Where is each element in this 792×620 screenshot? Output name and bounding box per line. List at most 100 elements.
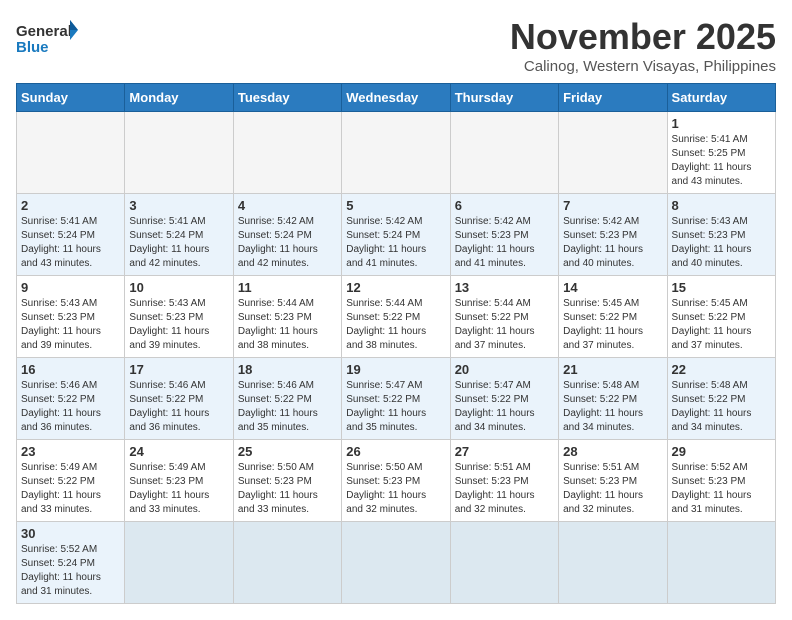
calendar-day-cell: 1Sunrise: 5:41 AM Sunset: 5:25 PM Daylig…: [667, 112, 775, 194]
header: General Blue November 2025 Calinog, West…: [16, 16, 776, 75]
calendar-day-cell: 3 Sunrise: 5:41 AM Sunset: 5:24 PM Daylig…: [125, 194, 233, 276]
title-area: November 2025 Calinog, Western Visayas, …: [510, 16, 776, 75]
calendar-day-cell: 12 Sunrise: 5:44 AM Sunset: 5:22 PM Dayli…: [342, 276, 450, 358]
calendar-day-cell: 16 Sunrise: 5:46 AM Sunset: 5:22 PM Dayli…: [17, 358, 125, 440]
day-number: 7: [563, 198, 662, 213]
day-number: 2: [21, 198, 120, 213]
calendar-table: SundayMondayTuesdayWednesdayThursdayFrid…: [16, 83, 776, 604]
day-info: Sunrise: 5:46 AM Sunset: 5:22 PM Dayligh…: [238, 379, 337, 435]
day-number: 24: [129, 444, 228, 459]
calendar-day-cell: 30 Sunrise: 5:52 AM Sunset: 5:24 PM Dayli…: [17, 522, 125, 604]
day-number: 23: [21, 444, 120, 459]
day-info: Sunrise: 5:42 AM Sunset: 5:23 PM Dayligh…: [563, 215, 662, 271]
calendar-week-row: 1Sunrise: 5:41 AM Sunset: 5:25 PM Daylig…: [17, 112, 776, 194]
calendar-day-cell: [17, 112, 125, 194]
day-info: Sunrise: 5:46 AM Sunset: 5:22 PM Dayligh…: [21, 379, 120, 435]
calendar-day-cell: 6Sunrise: 5:42 AM Sunset: 5:23 PM Daylig…: [450, 194, 558, 276]
calendar-week-row: 23Sunrise: 5:49 AM Sunset: 5:22 PM Dayli…: [17, 440, 776, 522]
calendar-day-cell: 21 Sunrise: 5:48 AM Sunset: 5:22 PM Dayli…: [559, 358, 667, 440]
day-number: 8: [672, 198, 771, 213]
day-number: 30: [21, 526, 120, 541]
day-number: 12: [346, 280, 445, 295]
calendar-day-cell: 5 Sunrise: 5:42 AM Sunset: 5:24 PM Daylig…: [342, 194, 450, 276]
day-info: Sunrise: 5:43 AM Sunset: 5:23 PM Dayligh…: [21, 297, 120, 353]
day-info: Sunrise: 5:48 AM Sunset: 5:22 PM Dayligh…: [672, 379, 771, 435]
calendar-week-row: 30 Sunrise: 5:52 AM Sunset: 5:24 PM Dayli…: [17, 522, 776, 604]
day-info: Sunrise: 5:44 AM Sunset: 5:22 PM Dayligh…: [455, 297, 554, 353]
calendar-day-cell: [342, 112, 450, 194]
day-number: 1: [672, 116, 771, 131]
calendar-day-cell: 23Sunrise: 5:49 AM Sunset: 5:22 PM Dayli…: [17, 440, 125, 522]
day-number: 28: [563, 444, 662, 459]
calendar-day-cell: 19 Sunrise: 5:47 AM Sunset: 5:22 PM Dayli…: [342, 358, 450, 440]
day-info: Sunrise: 5:42 AM Sunset: 5:24 PM Dayligh…: [346, 215, 445, 271]
day-info: Sunrise: 5:50 AM Sunset: 5:23 PM Dayligh…: [346, 461, 445, 517]
day-number: 3: [129, 198, 228, 213]
month-title: November 2025: [510, 16, 776, 58]
day-info: Sunrise: 5:46 AM Sunset: 5:22 PM Dayligh…: [129, 379, 228, 435]
logo: General Blue: [16, 16, 78, 60]
day-number: 22: [672, 362, 771, 377]
day-info: Sunrise: 5:50 AM Sunset: 5:23 PM Dayligh…: [238, 461, 337, 517]
calendar-day-cell: 22 Sunrise: 5:48 AM Sunset: 5:22 PM Dayli…: [667, 358, 775, 440]
day-info: Sunrise: 5:47 AM Sunset: 5:22 PM Dayligh…: [346, 379, 445, 435]
calendar-day-cell: 20 Sunrise: 5:47 AM Sunset: 5:22 PM Dayli…: [450, 358, 558, 440]
weekday-header-tuesday: Tuesday: [233, 84, 341, 112]
calendar-day-cell: [233, 112, 341, 194]
calendar-day-cell: [342, 522, 450, 604]
calendar-week-row: 16 Sunrise: 5:46 AM Sunset: 5:22 PM Dayli…: [17, 358, 776, 440]
calendar-day-cell: 13 Sunrise: 5:44 AM Sunset: 5:22 PM Dayli…: [450, 276, 558, 358]
day-info: Sunrise: 5:48 AM Sunset: 5:22 PM Dayligh…: [563, 379, 662, 435]
day-info: Sunrise: 5:44 AM Sunset: 5:23 PM Dayligh…: [238, 297, 337, 353]
weekday-header-friday: Friday: [559, 84, 667, 112]
day-number: 14: [563, 280, 662, 295]
calendar-day-cell: 15Sunrise: 5:45 AM Sunset: 5:22 PM Dayli…: [667, 276, 775, 358]
day-info: Sunrise: 5:47 AM Sunset: 5:22 PM Dayligh…: [455, 379, 554, 435]
calendar-day-cell: 8Sunrise: 5:43 AM Sunset: 5:23 PM Daylig…: [667, 194, 775, 276]
day-info: Sunrise: 5:43 AM Sunset: 5:23 PM Dayligh…: [129, 297, 228, 353]
calendar-day-cell: 28 Sunrise: 5:51 AM Sunset: 5:23 PM Dayli…: [559, 440, 667, 522]
day-info: Sunrise: 5:45 AM Sunset: 5:22 PM Dayligh…: [672, 297, 771, 353]
calendar-day-cell: [559, 522, 667, 604]
weekday-header-sunday: Sunday: [17, 84, 125, 112]
calendar-day-cell: 10Sunrise: 5:43 AM Sunset: 5:23 PM Dayli…: [125, 276, 233, 358]
day-number: 27: [455, 444, 554, 459]
weekday-header-saturday: Saturday: [667, 84, 775, 112]
day-info: Sunrise: 5:52 AM Sunset: 5:24 PM Dayligh…: [21, 543, 120, 599]
day-info: Sunrise: 5:52 AM Sunset: 5:23 PM Dayligh…: [672, 461, 771, 517]
day-info: Sunrise: 5:49 AM Sunset: 5:23 PM Dayligh…: [129, 461, 228, 517]
day-number: 5: [346, 198, 445, 213]
day-info: Sunrise: 5:44 AM Sunset: 5:22 PM Dayligh…: [346, 297, 445, 353]
day-number: 20: [455, 362, 554, 377]
calendar-day-cell: 26Sunrise: 5:50 AM Sunset: 5:23 PM Dayli…: [342, 440, 450, 522]
day-number: 13: [455, 280, 554, 295]
calendar-day-cell: [125, 522, 233, 604]
day-number: 19: [346, 362, 445, 377]
calendar-day-cell: 7 Sunrise: 5:42 AM Sunset: 5:23 PM Daylig…: [559, 194, 667, 276]
calendar-day-cell: [125, 112, 233, 194]
location-title: Calinog, Western Visayas, Philippines: [510, 58, 776, 75]
svg-text:Blue: Blue: [16, 39, 49, 56]
day-info: Sunrise: 5:51 AM Sunset: 5:23 PM Dayligh…: [563, 461, 662, 517]
calendar-day-cell: 2Sunrise: 5:41 AM Sunset: 5:24 PM Daylig…: [17, 194, 125, 276]
day-number: 4: [238, 198, 337, 213]
calendar-day-cell: 25 Sunrise: 5:50 AM Sunset: 5:23 PM Dayli…: [233, 440, 341, 522]
calendar-week-row: 2 Sunrise: 5:41 AM Sunset: 5:24 PM Daylig…: [17, 194, 776, 276]
calendar-day-cell: [667, 522, 775, 604]
weekday-header-thursday: Thursday: [450, 84, 558, 112]
day-info: Sunrise: 5:51 AM Sunset: 5:23 PM Dayligh…: [455, 461, 554, 517]
day-number: 25: [238, 444, 337, 459]
day-info: Sunrise: 5:41 AM Sunset: 5:24 PM Dayligh…: [129, 215, 228, 271]
svg-text:General: General: [16, 23, 72, 40]
calendar-week-row: 9Sunrise: 5:43 AM Sunset: 5:23 PM Daylig…: [17, 276, 776, 358]
calendar-day-cell: 27 Sunrise: 5:51 AM Sunset: 5:23 PM Dayli…: [450, 440, 558, 522]
day-number: 11: [238, 280, 337, 295]
calendar-day-cell: 11 Sunrise: 5:44 AM Sunset: 5:23 PM Dayli…: [233, 276, 341, 358]
day-number: 16: [21, 362, 120, 377]
calendar-day-cell: [450, 522, 558, 604]
weekday-header-row: SundayMondayTuesdayWednesdayThursdayFrid…: [17, 84, 776, 112]
day-number: 18: [238, 362, 337, 377]
day-number: 21: [563, 362, 662, 377]
day-number: 29: [672, 444, 771, 459]
weekday-header-monday: Monday: [125, 84, 233, 112]
